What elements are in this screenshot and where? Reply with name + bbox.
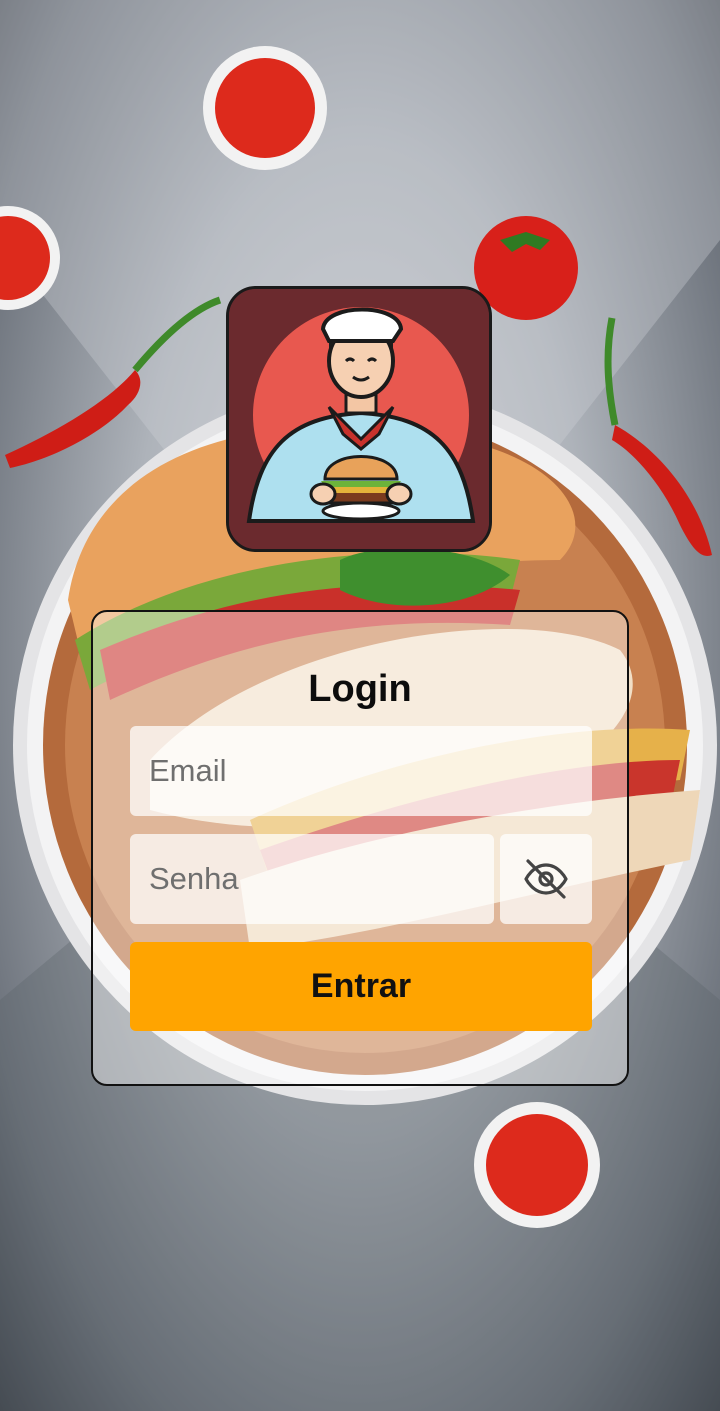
password-field[interactable]: Senha [130,834,494,924]
login-screen: Login Email Senha Entrar [0,0,720,1411]
email-placeholder: Email [149,753,227,788]
email-field[interactable]: Email [130,726,592,816]
chef-burger-logo [226,286,492,552]
eye-off-icon [524,859,568,899]
login-title: Login [308,668,412,710]
password-placeholder: Senha [149,861,239,896]
login-card: Login Email Senha Entrar [91,610,629,1086]
login-submit-button[interactable]: Entrar [130,942,592,1031]
toggle-password-visibility-button[interactable] [500,834,592,924]
